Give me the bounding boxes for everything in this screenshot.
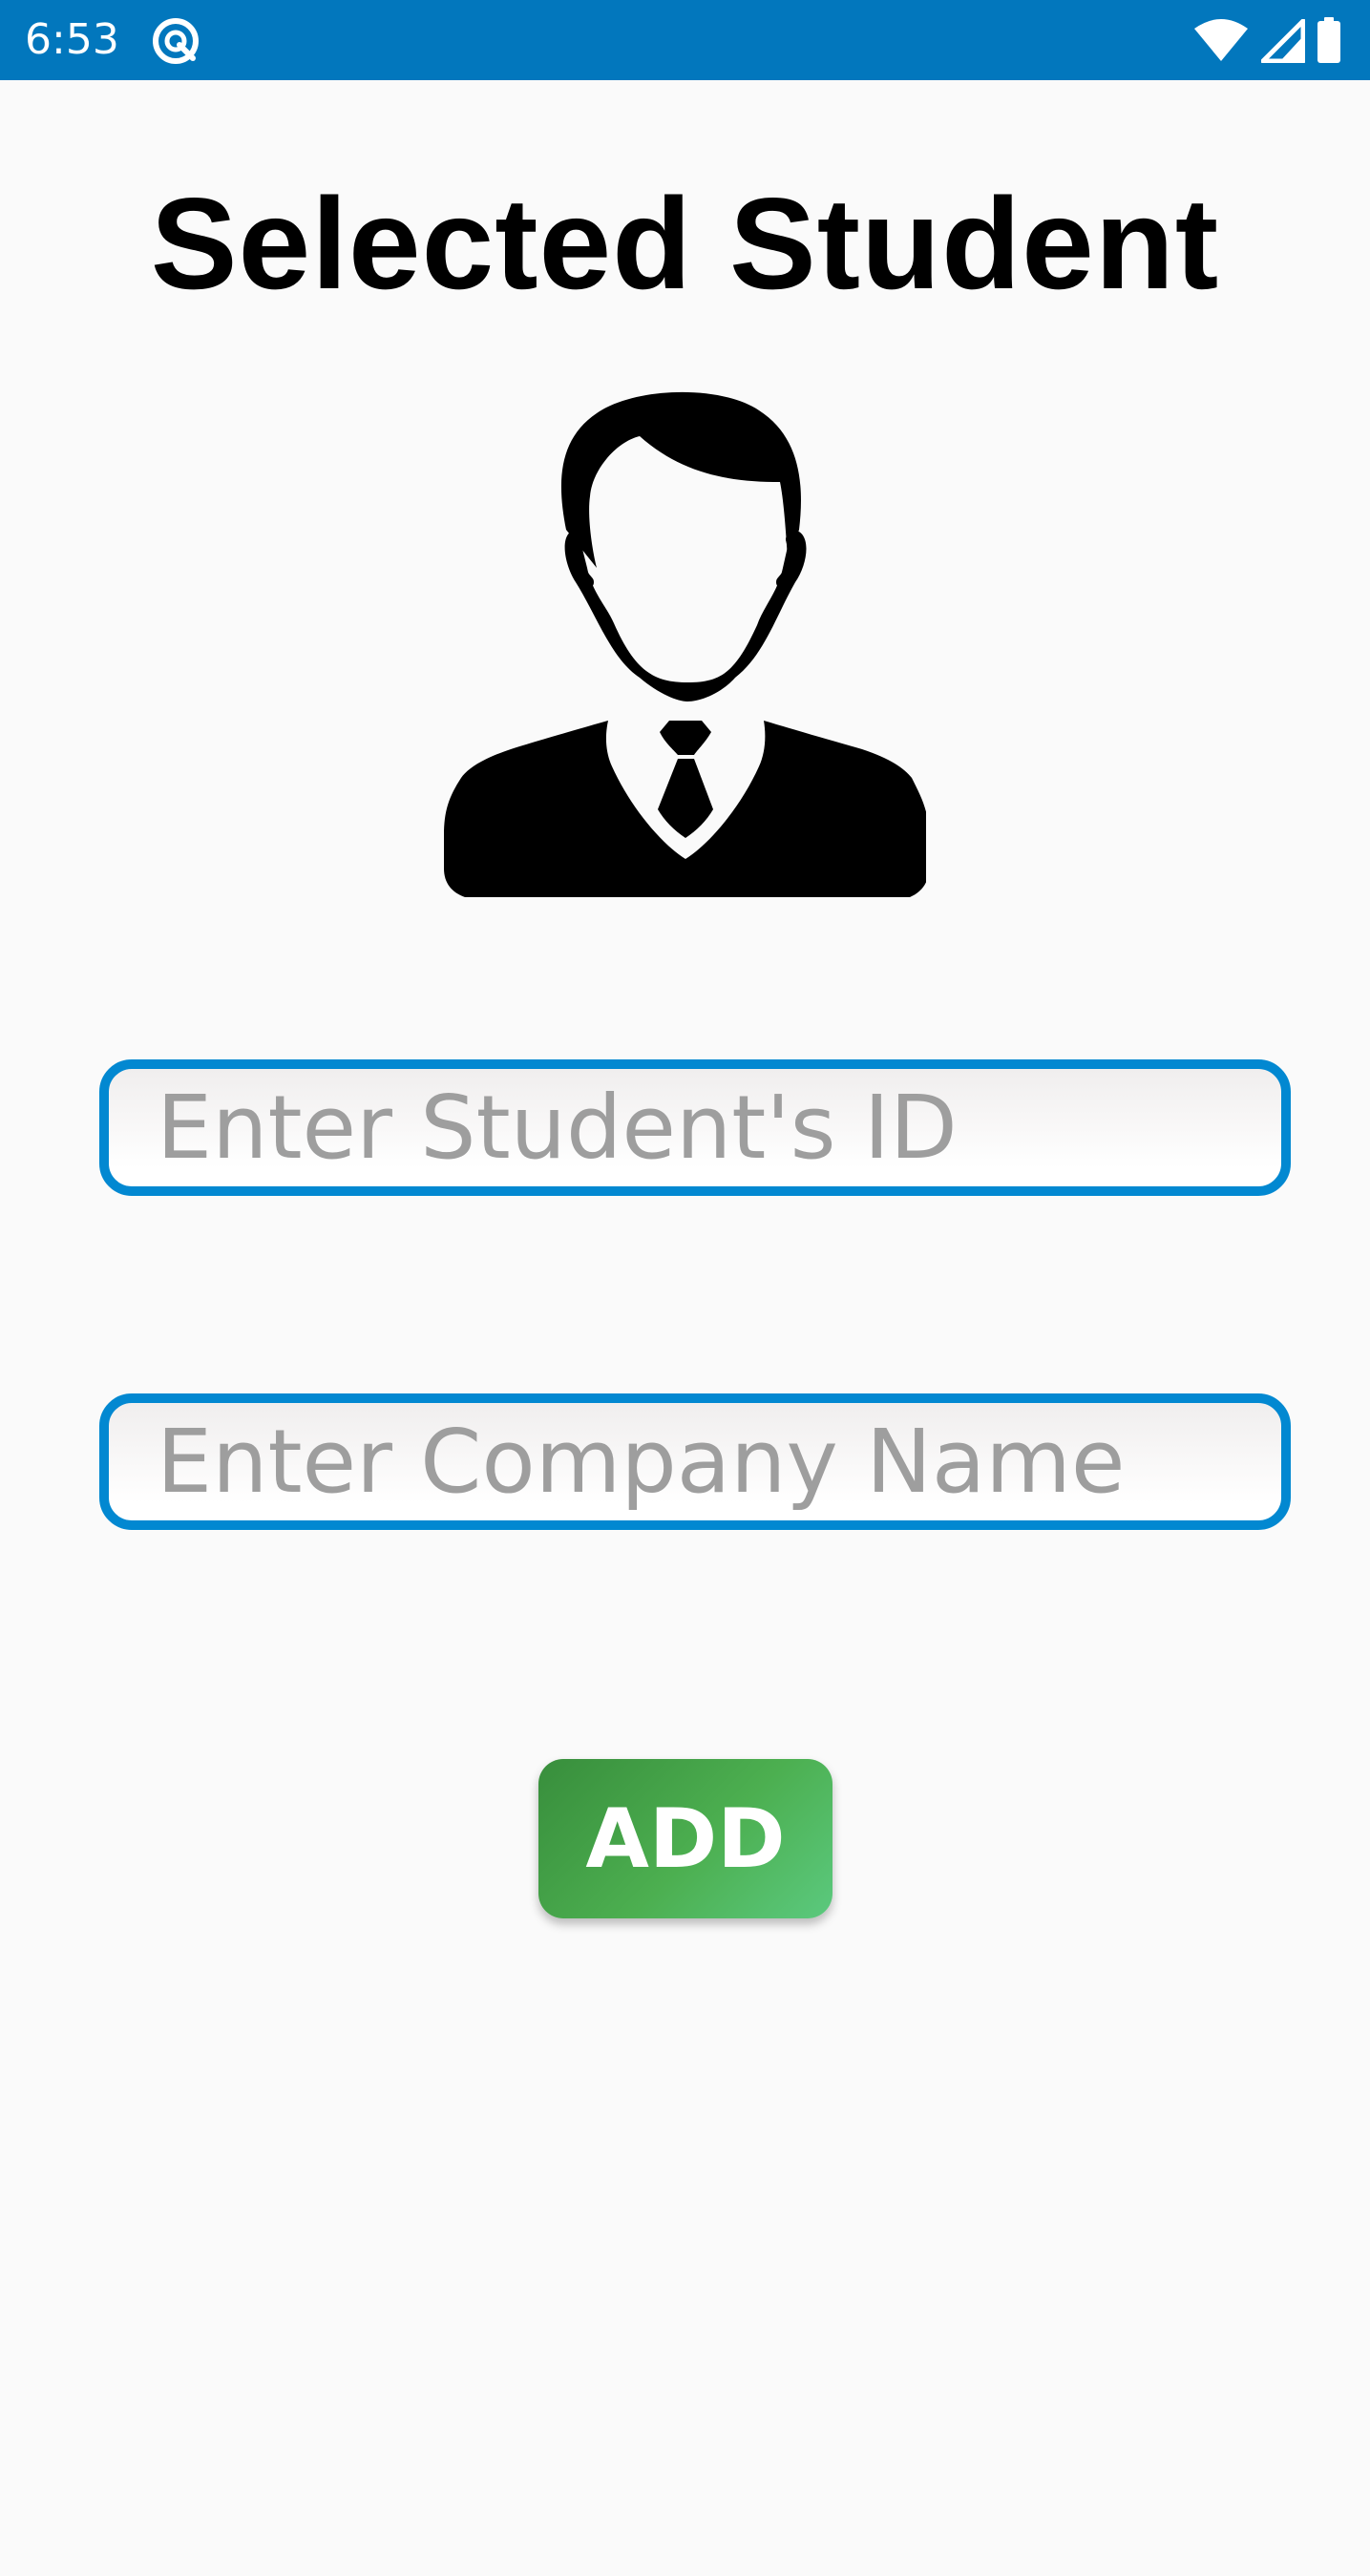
page-title: Selected Student xyxy=(150,171,1220,316)
status-time: 6:53 xyxy=(25,15,119,64)
student-id-input[interactable] xyxy=(109,1069,1281,1186)
status-bar: 6:53 xyxy=(0,0,1370,80)
circular-q-icon xyxy=(153,18,199,64)
status-icons xyxy=(1194,16,1347,66)
battery-icon xyxy=(1317,17,1340,63)
student-avatar-icon xyxy=(444,391,926,897)
company-name-input[interactable] xyxy=(109,1403,1281,1520)
student-id-field[interactable] xyxy=(99,1059,1291,1196)
cellular-signal-icon xyxy=(1261,19,1305,63)
company-name-field[interactable] xyxy=(99,1393,1291,1530)
wifi-icon xyxy=(1194,19,1248,61)
add-button[interactable]: ADD xyxy=(538,1759,833,1918)
